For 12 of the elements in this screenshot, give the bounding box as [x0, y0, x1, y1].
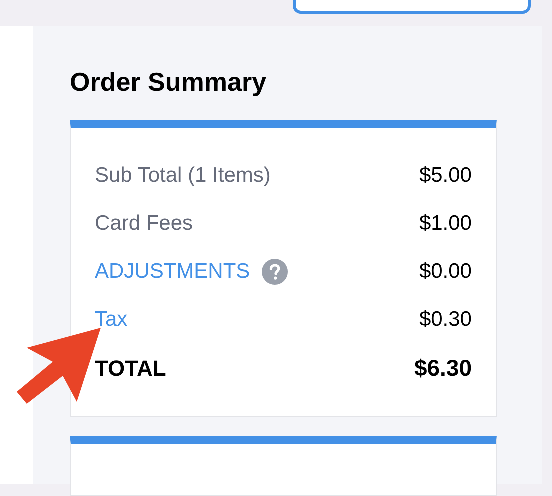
total-amount: $6.30 — [414, 354, 472, 383]
amount: $0.30 — [419, 307, 472, 334]
section-heading: Order Summary — [70, 66, 268, 98]
amount: $1.00 — [419, 211, 472, 238]
row-label: Sub Total (1 Items) — [95, 163, 271, 190]
row-link[interactable]: Tax — [95, 304, 128, 336]
total-label: TOTAL — [95, 354, 166, 382]
help-icon[interactable] — [262, 259, 288, 285]
amount: $5.00 — [419, 163, 472, 190]
row-link[interactable]: ADJUSTMENTS — [95, 256, 250, 288]
amount: $0.00 — [419, 259, 472, 286]
row-label: Card Fees — [95, 211, 194, 238]
